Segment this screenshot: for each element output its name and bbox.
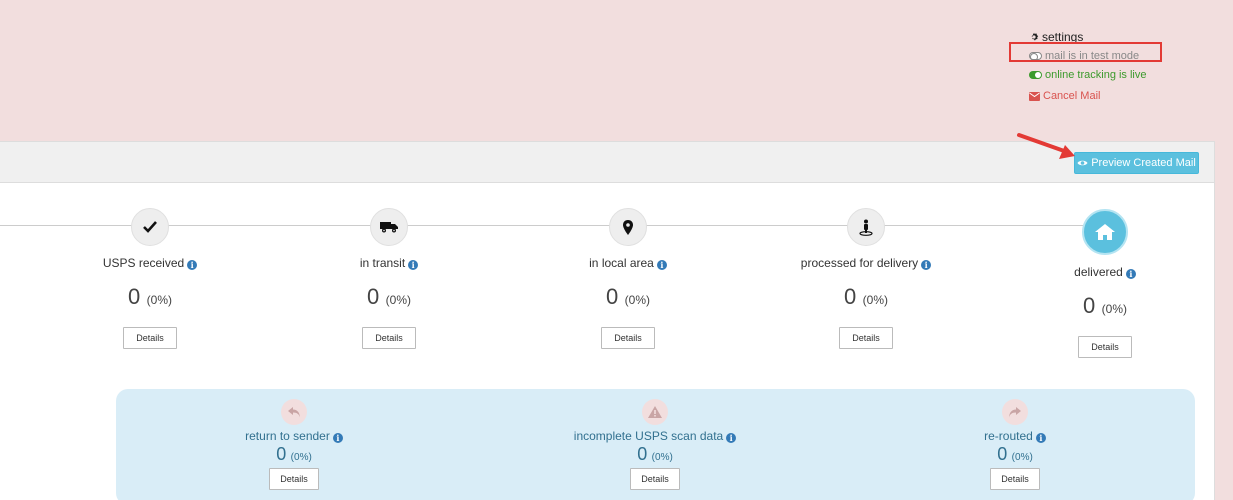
info-icon[interactable]: i [656,260,667,270]
details-button[interactable]: Details [601,327,655,349]
cancel-mail-link[interactable]: Cancel Mail [1029,87,1147,105]
info-icon[interactable]: i [1125,269,1136,279]
step-count: 0 (0%) [1082,293,1128,318]
exception-label: return to sender [245,429,330,443]
exceptions-panel: return to sender i 0 (0%) Details incompl… [116,389,1195,500]
person-pin-icon [847,208,885,246]
info-icon[interactable]: i [921,260,932,270]
truck-icon [370,208,408,246]
step-in-transit: in transit i 0 (0%) Details [289,208,489,349]
step-in-local-area: in local area i 0 (0%) Details [528,208,728,349]
exception-return-to-sender: return to sender i 0 (0%) Details [184,399,404,490]
info-icon[interactable]: i [187,260,198,270]
step-count: 0 (0%) [843,284,889,309]
details-button[interactable]: Details [362,327,416,349]
info-icon[interactable]: i [1035,433,1046,443]
exception-re-routed: re-routed i 0 (0%) Details [905,399,1125,490]
mail-status-links: settings mail is in test mode online tra… [1029,28,1147,105]
cancel-mail-label: Cancel Mail [1043,90,1101,102]
info-icon[interactable]: i [332,433,343,443]
details-button[interactable]: Details [1078,336,1132,358]
info-icon[interactable]: i [726,433,737,443]
forward-icon [1002,399,1028,425]
tracking-live-toggle[interactable]: online tracking is live [1029,66,1147,84]
tracking-live-label: online tracking is live [1045,69,1147,81]
exception-count: 0 (0%) [637,444,673,464]
toggle-on-icon [1029,71,1042,79]
exception-label: re-routed [984,429,1033,443]
exception-count: 0 (0%) [997,444,1033,464]
step-label: in transit [359,256,406,270]
step-usps-received: USPS received i 0 (0%) Details [50,208,250,349]
step-count: 0 (0%) [366,284,412,309]
exception-count: 0 (0%) [276,444,312,464]
warning-icon [642,399,668,425]
details-button[interactable]: Details [269,468,319,490]
check-icon [131,208,169,246]
details-button[interactable]: Details [990,468,1040,490]
step-count: 0 (0%) [605,284,651,309]
step-count: 0 (0%) [127,284,173,309]
details-button[interactable]: Details [630,468,680,490]
details-button[interactable]: Details [839,327,893,349]
preview-button-label: Preview Created Mail [1091,157,1196,169]
info-icon[interactable]: i [408,260,419,270]
step-label: processed for delivery [800,256,919,270]
annotation-highlight-box [1009,42,1162,62]
step-label: USPS received [102,256,185,270]
envelope-icon [1029,91,1040,101]
reply-icon [281,399,307,425]
step-label: in local area [589,256,654,270]
step-processed-for-delivery: processed for delivery i 0 (0%) Details [766,208,966,349]
preview-created-mail-button[interactable]: Preview Created Mail [1074,152,1199,174]
exception-incomplete-scan-data: incomplete USPS scan data i 0 (0%) Detail… [545,399,765,490]
annotation-arrow-icon [1017,133,1075,159]
details-button[interactable]: Details [123,327,177,349]
map-marker-icon [609,208,647,246]
step-delivered: delivered i 0 (0%) Details [1005,209,1205,358]
gear-icon [1029,32,1039,42]
home-icon [1082,209,1128,255]
exception-label: incomplete USPS scan data [573,429,724,443]
step-label: delivered [1074,265,1123,279]
